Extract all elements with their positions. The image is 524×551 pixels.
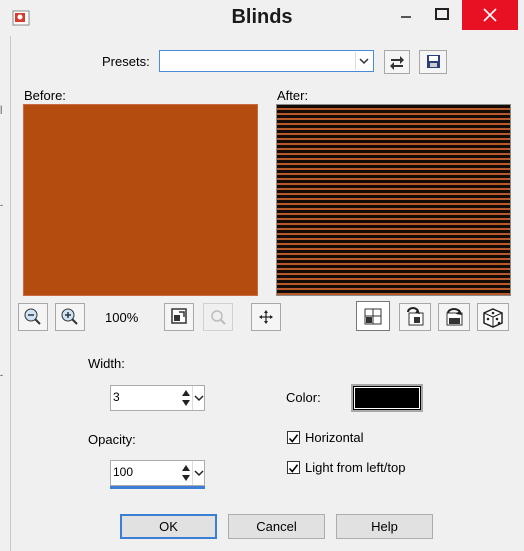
light-from-left-top-label[interactable]: Light from left/top <box>305 460 405 475</box>
reset-icon <box>407 307 424 326</box>
preset-save-icon <box>427 55 440 68</box>
pan-icon <box>259 310 273 324</box>
horizontal-label[interactable]: Horizontal <box>305 430 364 445</box>
opacity-slider-bar[interactable] <box>110 486 205 489</box>
checkmark-icon <box>288 464 299 473</box>
title-bar: Blinds <box>0 0 524 36</box>
ok-button[interactable]: OK <box>120 514 217 539</box>
right-window-border <box>515 0 524 551</box>
zoom-in-icon <box>61 308 78 325</box>
before-label: Before: <box>24 88 66 103</box>
navigate-icon <box>211 310 226 325</box>
preset-save-button[interactable] <box>419 50 447 74</box>
width-value[interactable]: 3 <box>113 390 120 404</box>
background-window-edge: | <box>0 104 3 114</box>
zoom-fit-button[interactable] <box>164 303 194 331</box>
randomize-icon <box>483 308 503 328</box>
light-from-left-top-checkbox[interactable] <box>287 461 300 474</box>
after-label: After: <box>277 88 309 103</box>
width-spinbox[interactable]: 3 <box>110 385 205 411</box>
zoom-level: 100% <box>105 310 139 325</box>
zoom-out-button[interactable] <box>18 303 48 331</box>
left-window-border <box>0 0 11 551</box>
zoom-out-icon <box>24 308 41 325</box>
preset-load-button[interactable] <box>384 50 410 74</box>
after-preview[interactable] <box>276 104 511 296</box>
color-label: Color: <box>286 390 321 405</box>
background-window-edge: - <box>0 200 3 210</box>
proof-icon <box>364 308 382 325</box>
preset-load-icon <box>390 56 404 70</box>
maximize-icon[interactable] <box>420 0 462 30</box>
width-label: Width: <box>88 356 125 371</box>
proof-button[interactable] <box>356 301 390 331</box>
reset-default-button[interactable] <box>438 303 470 331</box>
reset-default-icon <box>446 308 463 326</box>
zoom-fit-icon <box>171 308 187 324</box>
close-icon[interactable] <box>462 0 518 30</box>
opacity-spinbox[interactable]: 100 <box>110 460 205 486</box>
navigate-button[interactable] <box>203 303 233 331</box>
chevron-down-icon[interactable] <box>355 52 372 70</box>
cancel-button[interactable]: Cancel <box>228 514 325 539</box>
help-button[interactable]: Help <box>336 514 433 539</box>
presets-dropdown[interactable] <box>159 50 374 72</box>
pan-button[interactable] <box>251 303 281 331</box>
reset-button[interactable] <box>399 303 431 331</box>
background-window-edge: - <box>0 370 3 380</box>
checkmark-icon <box>288 434 299 443</box>
presets-label: Presets: <box>102 54 150 69</box>
before-preview[interactable] <box>23 104 258 296</box>
randomize-button[interactable] <box>477 303 509 331</box>
opacity-label: Opacity: <box>88 432 136 447</box>
color-swatch[interactable] <box>351 384 423 412</box>
zoom-in-button[interactable] <box>55 303 85 331</box>
chevron-down-icon[interactable] <box>192 386 205 410</box>
opacity-value[interactable]: 100 <box>113 465 133 479</box>
spin-arrows-icon[interactable] <box>181 386 191 410</box>
horizontal-checkbox[interactable] <box>287 431 300 444</box>
spin-arrows-icon[interactable] <box>181 461 191 485</box>
chevron-down-icon[interactable] <box>192 461 205 485</box>
